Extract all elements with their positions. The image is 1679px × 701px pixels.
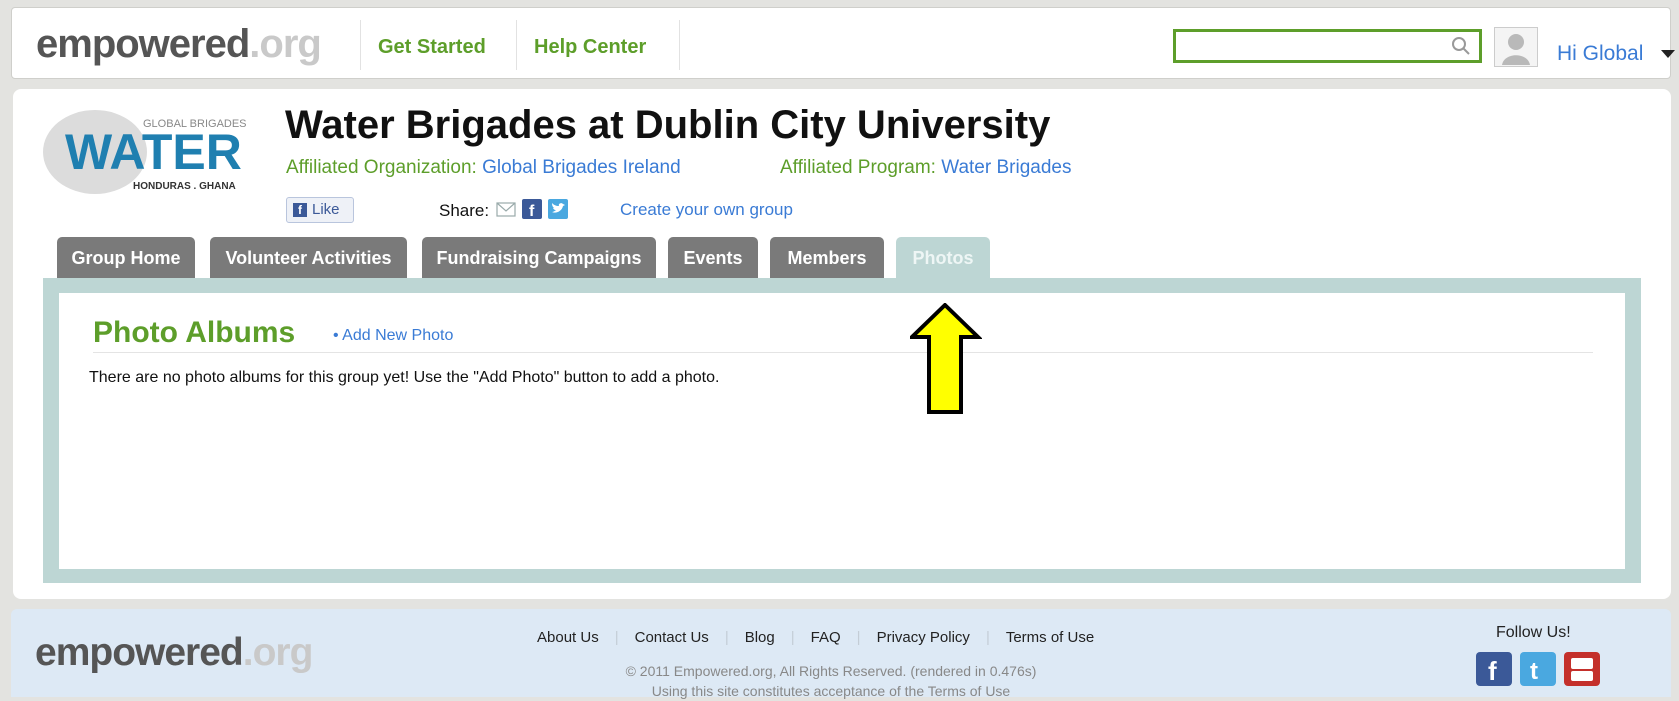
footer-link-terms[interactable]: Terms of Use bbox=[1006, 629, 1094, 646]
tab-group-home[interactable]: Group Home bbox=[57, 237, 195, 278]
tab-photos[interactable]: Photos bbox=[896, 237, 990, 278]
nav-divider bbox=[516, 20, 517, 70]
heading-divider bbox=[93, 352, 1593, 353]
nav-divider bbox=[360, 20, 361, 70]
nav-help-center[interactable]: Help Center bbox=[534, 36, 646, 59]
svg-text:f: f bbox=[1488, 656, 1497, 686]
facebook-icon: f bbox=[293, 203, 307, 217]
facebook-icon[interactable]: f bbox=[1476, 652, 1512, 686]
twitter-icon[interactable]: t bbox=[1520, 652, 1556, 686]
empty-albums-message: There are no photo albums for this group… bbox=[89, 369, 720, 386]
add-new-photo-link[interactable]: • Add New Photo bbox=[333, 327, 453, 345]
photo-albums-heading: Photo Albums bbox=[93, 316, 296, 349]
footer: empowered.org About Us | Contact Us | Blog | F… bbox=[11, 609, 1671, 699]
footer-links: About Us | Contact Us | Blog | FAQ | Privacy Pol… bbox=[537, 629, 1094, 646]
footer-link-separator: | bbox=[614, 629, 619, 646]
tab-members[interactable]: Members bbox=[770, 237, 884, 278]
top-navbar: empowered.org Get Started Help Center Hi… bbox=[11, 7, 1675, 79]
group-logo: GLOBAL BRIGADES WATER HONDURAS . GHANA bbox=[43, 110, 247, 194]
terms-note: Using this site constitutes acceptance o… bbox=[651, 683, 1011, 699]
share-label: Share: bbox=[439, 201, 490, 220]
nav-get-started[interactable]: Get Started bbox=[378, 36, 486, 59]
tab-events[interactable]: Events bbox=[668, 237, 758, 278]
search-input[interactable] bbox=[1173, 29, 1482, 63]
twitter-icon[interactable] bbox=[548, 199, 568, 219]
footer-logo-main: empowered bbox=[35, 631, 244, 674]
footer-link-faq[interactable]: FAQ bbox=[811, 629, 841, 646]
footer-link-privacy[interactable]: Privacy Policy bbox=[877, 629, 970, 646]
footer-logo[interactable]: empowered.org bbox=[35, 631, 314, 675]
footer-link-about[interactable]: About Us bbox=[537, 629, 599, 646]
caret-down-icon[interactable] bbox=[1661, 50, 1675, 58]
facebook-like-button[interactable]: f Like bbox=[286, 197, 354, 223]
avatar-icon[interactable] bbox=[1494, 27, 1538, 67]
copyright-block: © 2011 Empowered.org, All Rights Reserve… bbox=[536, 661, 1126, 701]
page-title: Water Brigades at Dublin City University bbox=[285, 103, 1051, 147]
svg-text:HONDURAS . GHANA: HONDURAS . GHANA bbox=[133, 181, 236, 192]
group-card: GLOBAL BRIGADES WATER HONDURAS . GHANA W… bbox=[13, 89, 1671, 599]
logo-main-text: empowered bbox=[36, 22, 250, 66]
affiliated-org-link[interactable]: Global Brigades Ireland bbox=[482, 157, 681, 178]
footer-link-separator: | bbox=[724, 629, 729, 646]
follow-us-label: Follow Us! bbox=[1496, 624, 1571, 641]
like-label: Like bbox=[312, 201, 340, 218]
arrow-up-icon bbox=[910, 303, 982, 414]
affiliated-program-link[interactable]: Water Brigades bbox=[941, 157, 1071, 178]
photos-panel: Photo Albums • Add New Photo There are n… bbox=[59, 293, 1625, 569]
tab-content-frame: Photo Albums • Add New Photo There are n… bbox=[43, 278, 1641, 583]
footer-logo-tld: .org bbox=[242, 631, 314, 674]
copyright-text: © 2011 Empowered.org, All Rights Reserve… bbox=[625, 663, 1037, 679]
logo-tld-text: .org bbox=[249, 22, 322, 66]
email-icon[interactable] bbox=[496, 199, 516, 219]
footer-link-separator: | bbox=[985, 629, 990, 646]
search-icon[interactable] bbox=[1451, 36, 1471, 56]
svg-text:f: f bbox=[529, 203, 535, 219]
site-logo[interactable]: empowered.org bbox=[36, 22, 322, 67]
footer-link-separator: | bbox=[790, 629, 795, 646]
affiliated-program: Affiliated Program: Water Brigades bbox=[780, 157, 1071, 179]
svg-text:t: t bbox=[1530, 658, 1538, 685]
footer-link-blog[interactable]: Blog bbox=[745, 629, 775, 646]
facebook-icon[interactable]: f bbox=[522, 199, 542, 219]
affiliated-program-label: Affiliated Program: bbox=[780, 157, 936, 178]
affiliated-org-label: Affiliated Organization: bbox=[286, 157, 477, 178]
footer-link-separator: | bbox=[856, 629, 861, 646]
footer-link-contact[interactable]: Contact Us bbox=[635, 629, 709, 646]
youtube-icon[interactable] bbox=[1564, 652, 1600, 686]
svg-text:WATER: WATER bbox=[65, 124, 242, 180]
affiliated-organization: Affiliated Organization: Global Brigades… bbox=[286, 157, 681, 179]
user-greeting[interactable]: Hi Global bbox=[1557, 42, 1643, 66]
create-group-link[interactable]: Create your own group bbox=[620, 200, 793, 220]
nav-divider bbox=[679, 20, 680, 70]
tab-fundraising-campaigns[interactable]: Fundraising Campaigns bbox=[422, 237, 656, 278]
tab-volunteer-activities[interactable]: Volunteer Activities bbox=[210, 237, 407, 278]
